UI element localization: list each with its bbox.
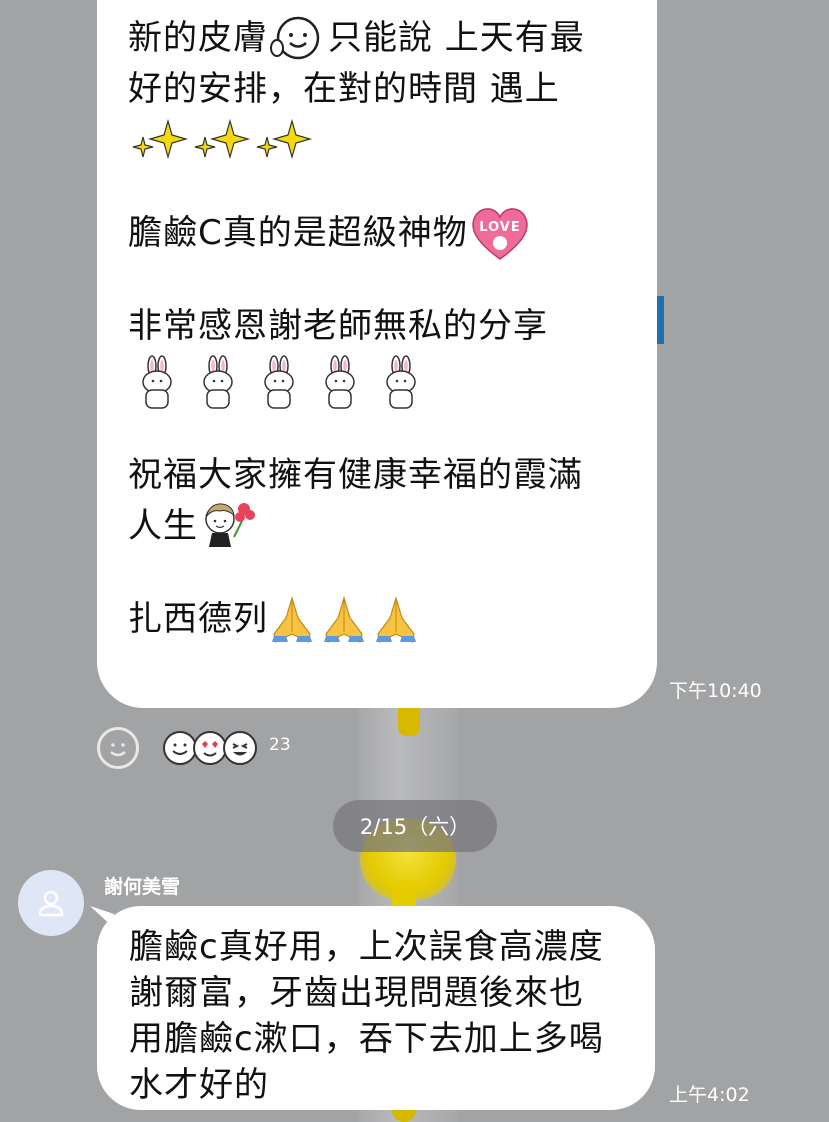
message-line: 新的皮膚 只能說 上天有最: [128, 12, 627, 63]
avatar[interactable]: [18, 870, 84, 936]
message-line: 膽鹼c真好用，上次誤食高濃度: [129, 927, 604, 967]
bunny-sticker-icon: [142, 355, 416, 409]
reaction-emoji-icon: [223, 731, 257, 765]
message-bubble[interactable]: 膽鹼c真好用，上次誤食高濃度 謝爾富，牙齒出現問題後來也 用膽鹼c漱口，吞下去加…: [97, 906, 655, 1110]
message-text: 扎西德列: [128, 598, 268, 639]
sparkle-icon: [132, 118, 313, 159]
sender-name: 謝何美雪: [104, 876, 181, 898]
message-text: 新的皮膚: [128, 17, 268, 58]
message-line: [128, 114, 627, 165]
message-line: 水才好的: [129, 1065, 269, 1105]
message-text: 膽鹼C真的是超級神物: [128, 212, 468, 253]
reaction-summary[interactable]: [163, 731, 257, 765]
svg-text:LOVE: LOVE: [479, 220, 520, 235]
message-line: 膽鹼C真的是超級神物 LOVE: [128, 207, 627, 260]
message-text: 祝福大家擁有健康幸福的霞滿: [128, 454, 583, 495]
message-bubble[interactable]: 新的皮膚 只能說 上天有最 好的安排，在對的時間 遇上 膽鹼C真的是超級神物 L…: [97, 0, 657, 708]
message-text: 非常感恩謝老師無私的分享: [128, 305, 548, 346]
add-reaction-button[interactable]: [97, 727, 139, 769]
reaction-count: 23: [269, 735, 291, 755]
message-time: 下午10:40: [669, 680, 762, 702]
message-line: 非常感恩謝老師無私的分享: [128, 300, 627, 351]
message-line: 謝爾富，牙齒出現問題後來也: [129, 973, 584, 1013]
message-text: 人生: [128, 505, 198, 546]
add-reaction-icon: [110, 743, 126, 757]
message-line: 人生: [128, 500, 627, 551]
message-line: 祝福大家擁有健康幸福的霞滿: [128, 449, 627, 500]
praying-hands-icon: [272, 595, 417, 643]
girl-flower-sticker-icon: [205, 502, 255, 547]
love-heart-icon: LOVE: [472, 207, 528, 260]
message-line: 好的安排，在對的時間 遇上: [128, 63, 627, 114]
date-separator: 2/15（六）: [333, 800, 497, 852]
reaction-row: 23: [97, 727, 291, 769]
message-time: 上午4:02: [669, 1084, 750, 1106]
message-line: [128, 351, 627, 413]
background-photo-mark: [656, 296, 664, 344]
reaction-emoji-icon: [163, 731, 197, 765]
message-text: 好的安排，在對的時間 遇上: [128, 68, 560, 109]
reaction-emoji-icon: [193, 731, 227, 765]
message-line: 扎西德列: [128, 593, 627, 644]
default-avatar-icon: [38, 890, 64, 917]
message-text: 只能說 上天有最: [328, 17, 585, 58]
smile-sticker-icon: [270, 16, 320, 59]
message-line: 用膽鹼c漱口，吞下去加上多喝: [129, 1019, 604, 1059]
